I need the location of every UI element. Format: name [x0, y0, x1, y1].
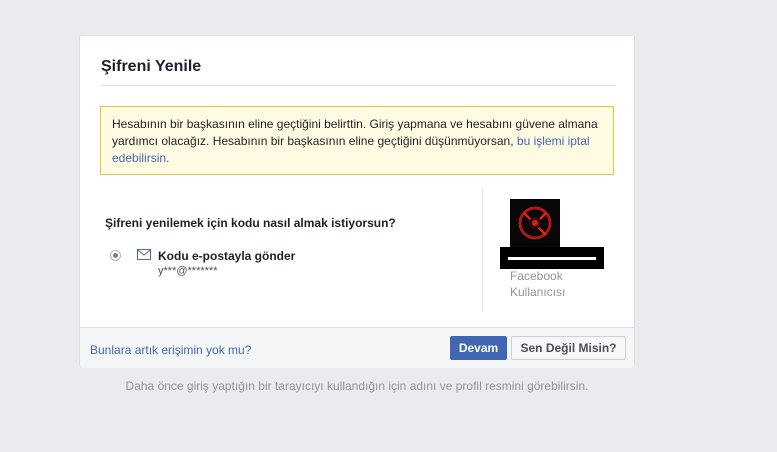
- profile-name-line2: Kullanıcısı: [510, 285, 566, 299]
- redaction-bar: [500, 247, 604, 269]
- email-option-label[interactable]: Kodu e-postayla gönder: [158, 249, 295, 263]
- dialog-footer: Bunlara artık erişimin yok mu? Devam Sen…: [80, 327, 634, 368]
- no-access-link[interactable]: Bunlara artık erişimin yok mu?: [90, 343, 251, 357]
- dialog-title: Şifreni Yenile: [101, 58, 202, 75]
- not-you-button[interactable]: Sen Değil Misin?: [511, 336, 626, 360]
- email-option-radio[interactable]: [110, 250, 121, 261]
- radio-selected-dot: [113, 253, 118, 258]
- continue-button[interactable]: Devam: [450, 336, 507, 360]
- vertical-divider: [482, 188, 483, 312]
- profile-name-line1: Facebook: [510, 269, 563, 283]
- avatar: [510, 199, 560, 249]
- reset-password-dialog: Şifreni Yenile Hesabının bir başkasının …: [79, 35, 635, 368]
- profile-visibility-note: Daha önce giriş yaptığın bir tarayıcıyı …: [125, 379, 589, 393]
- masked-email: y***@*******: [158, 265, 218, 277]
- mail-icon: [137, 249, 151, 260]
- warning-box: Hesabının bir başkasının eline geçtiğini…: [100, 106, 614, 175]
- title-divider: [101, 85, 615, 86]
- avatar-image: [510, 199, 560, 249]
- method-question: Şifreni yenilemek için kodu nasıl almak …: [105, 216, 396, 230]
